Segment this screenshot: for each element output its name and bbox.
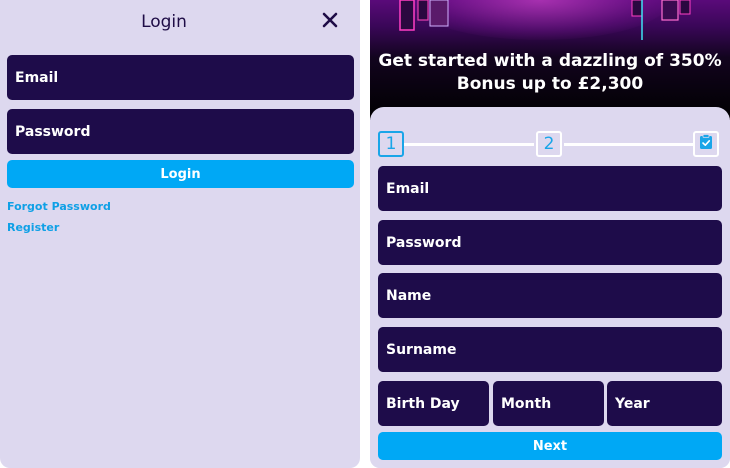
next-button[interactable]: Next: [378, 432, 722, 460]
birth-month-placeholder: Month: [501, 395, 552, 412]
close-button[interactable]: [318, 10, 342, 34]
birth-day-select[interactable]: Birth Day: [378, 381, 489, 426]
register-link[interactable]: Register: [7, 221, 59, 234]
register-surname-field[interactable]: Surname: [378, 327, 722, 372]
forgot-password-link[interactable]: Forgot Password: [7, 200, 111, 213]
login-email-field[interactable]: Email: [7, 55, 354, 100]
step-connector-1: [404, 143, 534, 146]
register-password-field[interactable]: Password: [378, 220, 722, 265]
register-password-placeholder: Password: [386, 234, 462, 251]
register-email-placeholder: Email: [386, 180, 430, 197]
step-1-indicator: 1: [378, 131, 404, 157]
banner-decoration: [399, 0, 691, 40]
register-name-field[interactable]: Name: [378, 273, 722, 318]
register-panel: Get started with a dazzling of 350% Bonu…: [370, 0, 730, 468]
birth-year-placeholder: Year: [615, 395, 650, 412]
login-password-field[interactable]: Password: [7, 109, 354, 154]
login-email-placeholder: Email: [15, 69, 59, 86]
login-panel: Login Email Password Login Forgot Passwo…: [0, 0, 360, 468]
login-title: Login: [141, 12, 187, 32]
register-surname-placeholder: Surname: [386, 341, 457, 358]
register-email-field[interactable]: Email: [378, 166, 722, 211]
birth-year-select[interactable]: Year: [607, 381, 722, 426]
birth-day-placeholder: Birth Day: [386, 395, 460, 412]
register-name-placeholder: Name: [386, 287, 432, 304]
login-password-placeholder: Password: [15, 123, 91, 140]
promo-headline: Get started with a dazzling of 350% Bonu…: [370, 50, 730, 96]
promo-headline-line2: Bonus up to £2,300: [456, 74, 644, 94]
step-3-indicator: [693, 131, 719, 157]
close-icon: [322, 12, 338, 32]
promo-headline-line1: Get started with a dazzling of 350%: [378, 51, 722, 71]
step-connector-2: [564, 143, 694, 146]
step-2-indicator: 2: [536, 131, 562, 157]
login-button[interactable]: Login: [7, 160, 354, 188]
promo-banner: Get started with a dazzling of 350% Bonu…: [370, 0, 730, 120]
clipboard-check-icon: [699, 133, 713, 155]
birth-month-select[interactable]: Month: [493, 381, 604, 426]
